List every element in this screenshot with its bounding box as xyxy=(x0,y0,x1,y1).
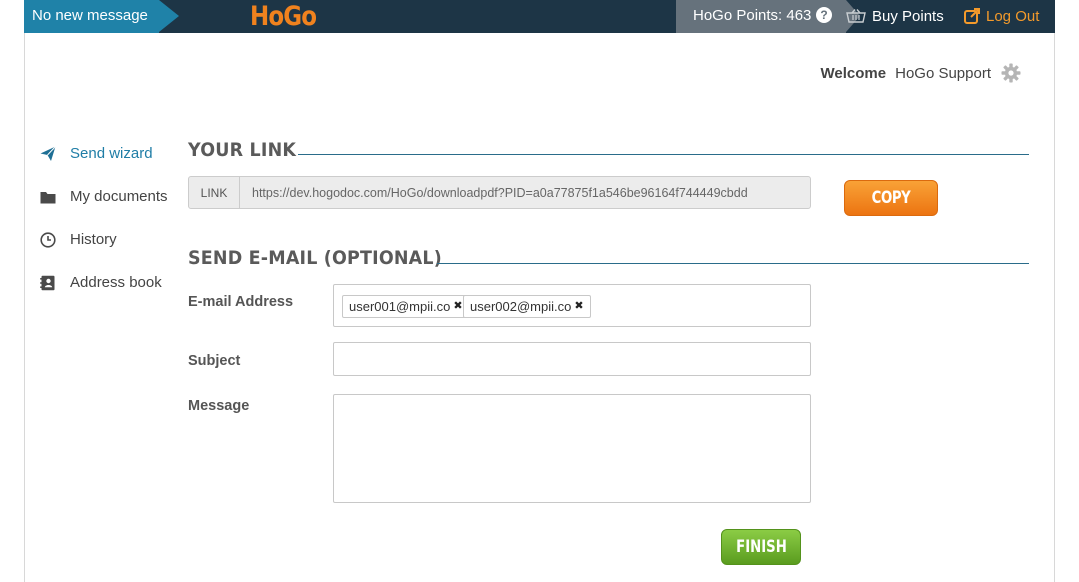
sidebar-item-address-book[interactable]: Address book xyxy=(40,261,168,304)
top-bar: No new message HoGo HoGo Points: 463 ? B… xyxy=(24,0,1055,33)
link-addon-label: LINK xyxy=(189,177,240,208)
sidebar-item-label: My documents xyxy=(70,188,168,205)
sidebar-item-label: History xyxy=(70,231,117,248)
recipient-email: user001@mpii.co xyxy=(349,299,451,314)
remove-recipient-icon[interactable]: ✖ xyxy=(574,296,583,317)
points-label: HoGo Points: 463 xyxy=(693,7,812,24)
copy-link-button[interactable]: COPY LINK xyxy=(844,180,938,242)
send-email-heading: SEND E-MAIL (OPTIONAL) xyxy=(188,247,442,269)
sidebar-item-label: Send wizard xyxy=(70,145,153,162)
section-divider xyxy=(298,154,1029,155)
section-divider xyxy=(437,263,1029,264)
message-status[interactable]: No new message xyxy=(24,0,179,33)
email-field[interactable]: user001@mpii.co ✖ user002@mpii.co ✖ xyxy=(333,284,811,327)
user-name: HoGo Support xyxy=(895,64,991,82)
recipient-tag: user001@mpii.co ✖ xyxy=(342,295,470,318)
clock-icon xyxy=(40,231,56,248)
address-book-icon xyxy=(40,275,55,290)
folder-icon xyxy=(40,191,56,203)
welcome-row: Welcome HoGo Support xyxy=(821,63,1021,83)
finish-label: FINISH xyxy=(735,537,787,557)
email-address-label: E-mail Address xyxy=(188,294,294,310)
buy-points-link[interactable]: Buy Points xyxy=(846,0,944,33)
finish-button[interactable]: FINISH xyxy=(721,529,801,565)
subject-input[interactable] xyxy=(333,342,811,376)
sidebar: Send wizard My documents History Address… xyxy=(40,132,168,304)
gear-icon[interactable] xyxy=(1001,63,1021,83)
welcome-label: Welcome xyxy=(820,64,887,82)
basket-icon xyxy=(846,9,866,23)
paper-plane-icon xyxy=(40,145,56,161)
buy-points-label: Buy Points xyxy=(872,8,944,25)
subject-label: Subject xyxy=(188,353,241,369)
recipient-email: user002@mpii.co xyxy=(470,299,572,314)
your-link-heading: YOUR LINK xyxy=(188,139,297,161)
link-url[interactable]: https://dev.hogodoc.com/HoGo/downloadpdf… xyxy=(240,186,748,200)
sidebar-item-my-documents[interactable]: My documents xyxy=(40,175,168,218)
copy-link-label: COPY LINK xyxy=(871,188,911,242)
message-label: Message xyxy=(188,398,250,414)
sidebar-item-label: Address book xyxy=(70,274,162,291)
sidebar-item-history[interactable]: History xyxy=(40,218,168,261)
link-field[interactable]: LINK https://dev.hogodoc.com/HoGo/downlo… xyxy=(188,176,811,209)
recipient-tag: user002@mpii.co ✖ xyxy=(463,295,591,318)
logout-icon xyxy=(964,8,980,24)
logout-label: Log Out xyxy=(986,8,1040,25)
sidebar-item-send-wizard[interactable]: Send wizard xyxy=(40,132,168,175)
logout-link[interactable]: Log Out xyxy=(964,0,1039,33)
help-icon[interactable]: ? xyxy=(816,7,832,23)
remove-recipient-icon[interactable]: ✖ xyxy=(453,296,462,317)
hogo-logo[interactable]: HoGo xyxy=(250,0,317,33)
message-textarea[interactable] xyxy=(333,394,811,503)
